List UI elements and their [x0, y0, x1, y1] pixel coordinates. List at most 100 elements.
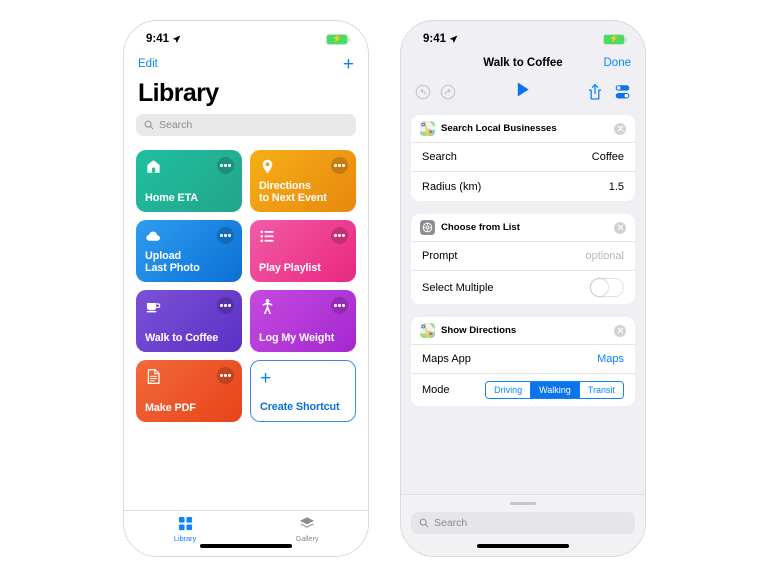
- edit-button[interactable]: Edit: [138, 58, 158, 70]
- status-bar-right: 9:41 ⚡: [401, 21, 645, 51]
- row-label: Maps App: [422, 353, 471, 365]
- battery-charging-icon: ⚡: [326, 33, 350, 45]
- home-indicator[interactable]: [200, 544, 292, 548]
- status-time-left: 9:41: [146, 33, 181, 45]
- editor-toolbar: [401, 77, 645, 107]
- close-circle-icon[interactable]: [614, 221, 626, 234]
- card-row[interactable]: Mode Driving Walking Transit: [411, 374, 635, 406]
- card-row[interactable]: Select Multiple: [411, 271, 635, 304]
- sheet-search-input[interactable]: Search: [411, 512, 635, 534]
- editor-header: 9:41 ⚡ Walk to Coffee Done: [401, 21, 645, 107]
- action-card-show-directions[interactable]: Show Directions Maps App Maps Mode Drivi…: [411, 317, 635, 406]
- home-indicator[interactable]: [477, 544, 569, 548]
- tile-label: Play Playlist: [259, 261, 321, 274]
- tile-label: Make PDF: [145, 401, 196, 414]
- action-card-list: Search Local Businesses Search Coffee Ra…: [401, 107, 645, 419]
- mode-segmented-control[interactable]: Driving Walking Transit: [485, 381, 624, 399]
- layers-icon: [299, 517, 315, 528]
- tile-label: Upload Last Photo: [145, 249, 200, 274]
- ellipsis-icon[interactable]: [331, 227, 348, 244]
- battery-charging-icon: ⚡: [603, 33, 627, 45]
- cloud-icon: [146, 231, 160, 241]
- grid-squares-icon: [178, 516, 192, 531]
- shortcut-tile-make-pdf[interactable]: Make PDF: [136, 360, 242, 422]
- tab-label: Library: [173, 534, 197, 543]
- tile-label: Home ETA: [145, 191, 198, 204]
- location-arrow-icon: [172, 35, 181, 43]
- row-label: Radius (km): [422, 180, 482, 193]
- segment-transit[interactable]: Transit: [579, 382, 623, 398]
- search-icon: [419, 518, 429, 528]
- row-label: Prompt: [422, 250, 458, 262]
- redo-circle-icon[interactable]: [440, 84, 456, 100]
- ellipsis-icon[interactable]: [217, 367, 234, 384]
- row-value[interactable]: Coffee: [592, 151, 624, 163]
- tab-gallery[interactable]: Gallery: [246, 516, 368, 543]
- tab-library[interactable]: Library: [124, 516, 246, 543]
- status-time-right: 9:41: [423, 33, 458, 45]
- select-multiple-toggle[interactable]: [590, 278, 624, 297]
- action-card-choose-from-list[interactable]: Choose from List Prompt optional Select …: [411, 214, 635, 304]
- plus-icon[interactable]: +: [343, 55, 354, 74]
- phone-shortcut-editor: 9:41 ⚡ Walk to Coffee Done Search Local …: [400, 20, 646, 557]
- library-nav-row: Edit +: [124, 51, 368, 75]
- ellipsis-icon[interactable]: [217, 297, 234, 314]
- location-arrow-icon: [449, 35, 458, 43]
- close-circle-icon[interactable]: [614, 324, 626, 337]
- shortcut-tile-walk-to-coffee[interactable]: Walk to Coffee: [136, 290, 242, 352]
- card-row[interactable]: Search Coffee: [411, 143, 635, 172]
- document-icon: [147, 369, 160, 384]
- row-value[interactable]: 1.5: [609, 181, 624, 193]
- card-title: Search Local Businesses: [441, 123, 557, 134]
- status-bar-left: 9:41 ⚡: [124, 21, 368, 51]
- search-input[interactable]: Search: [136, 114, 356, 136]
- shortcut-tile-home-eta[interactable]: Home ETA: [136, 150, 242, 212]
- search-placeholder: Search: [159, 119, 193, 131]
- tile-label: Walk to Coffee: [145, 331, 219, 344]
- row-value-link[interactable]: Maps: [597, 353, 624, 365]
- share-box-icon[interactable]: [587, 83, 603, 101]
- editor-nav-row: Walk to Coffee Done: [401, 51, 645, 75]
- ellipsis-icon[interactable]: [217, 227, 234, 244]
- page-title: Library: [138, 79, 219, 107]
- play-triangle-icon[interactable]: [515, 81, 531, 98]
- close-circle-icon[interactable]: [614, 122, 626, 135]
- phone-library: 9:41 ⚡ Edit + Library Search Home ETA Di…: [123, 20, 369, 557]
- shortcut-tile-upload-photo[interactable]: Upload Last Photo: [136, 220, 242, 282]
- row-label: Mode: [422, 384, 450, 396]
- create-shortcut-tile[interactable]: + Create Shortcut: [250, 360, 356, 422]
- sliders-toggle-icon[interactable]: [614, 84, 631, 100]
- maps-app-icon: [420, 121, 435, 136]
- action-card-search-local-businesses[interactable]: Search Local Businesses Search Coffee Ra…: [411, 115, 635, 201]
- search-icon: [144, 120, 154, 130]
- tile-label: Create Shortcut: [260, 400, 340, 413]
- tab-bar: Library Gallery: [124, 510, 368, 556]
- maps-app-icon: [420, 323, 435, 338]
- segment-walking[interactable]: Walking: [531, 382, 580, 398]
- undo-circle-icon[interactable]: [415, 84, 431, 100]
- row-value-placeholder[interactable]: optional: [585, 250, 624, 262]
- card-row[interactable]: Maps App Maps: [411, 345, 635, 374]
- segment-driving[interactable]: Driving: [486, 382, 532, 398]
- gear-icon: [420, 220, 435, 235]
- tile-label: Log My Weight: [259, 331, 335, 344]
- tile-label: Directions to Next Event: [259, 179, 327, 204]
- sheet-search-placeholder: Search: [434, 517, 468, 529]
- done-button[interactable]: Done: [604, 57, 632, 69]
- drag-grabber[interactable]: [510, 502, 536, 505]
- shortcut-tile-directions[interactable]: Directions to Next Event: [250, 150, 356, 212]
- ellipsis-icon[interactable]: [331, 297, 348, 314]
- ellipsis-icon[interactable]: [217, 157, 234, 174]
- card-row[interactable]: Radius (km) 1.5: [411, 172, 635, 201]
- ellipsis-icon[interactable]: [331, 157, 348, 174]
- library-screen: 9:41 ⚡ Edit + Library Search Home ETA Di…: [124, 21, 368, 556]
- accessibility-icon: [262, 298, 273, 315]
- plus-icon: +: [260, 368, 272, 389]
- row-label: Select Multiple: [422, 281, 494, 294]
- row-label: Search: [422, 151, 457, 163]
- status-time-label: 9:41: [423, 33, 447, 45]
- shortcut-tile-play-playlist[interactable]: Play Playlist: [250, 220, 356, 282]
- shortcut-tile-log-weight[interactable]: Log My Weight: [250, 290, 356, 352]
- screenshot-stage: 9:41 ⚡ Edit + Library Search Home ETA Di…: [0, 0, 770, 577]
- card-row[interactable]: Prompt optional: [411, 242, 635, 271]
